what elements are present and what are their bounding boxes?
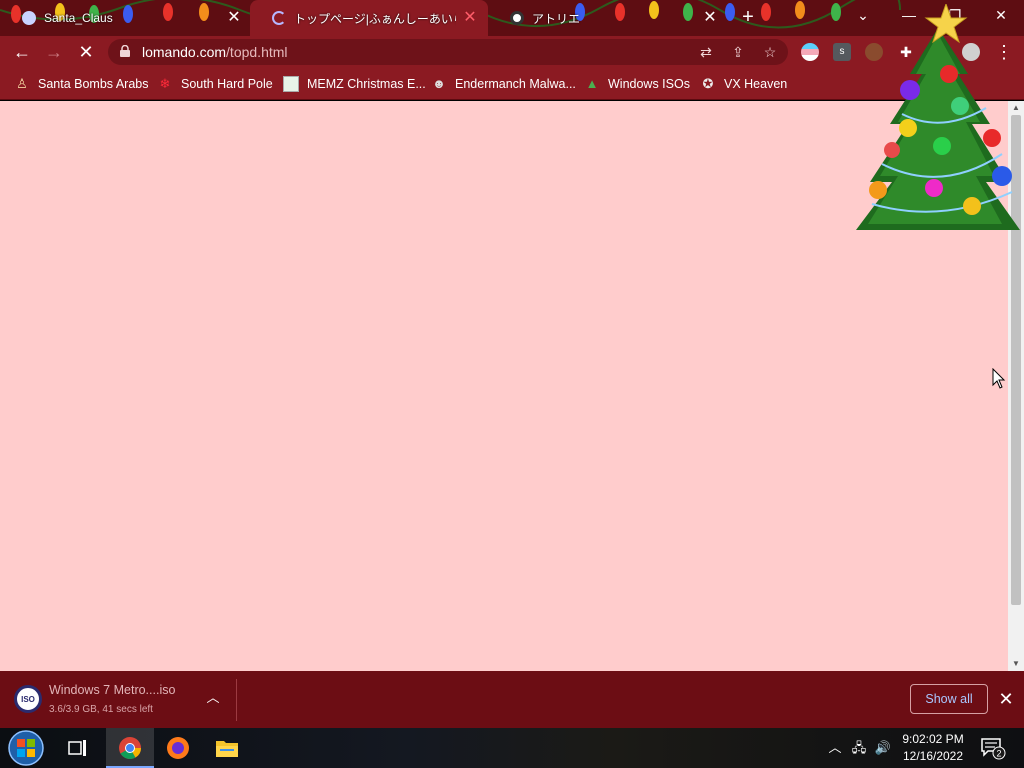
tab-atelier[interactable]: アトリエ ✕ [488,0,728,36]
clock-date: 12/16/2022 [902,749,964,763]
bookmarks-bar: ♙ Santa Bombs Arabs ❄ South Hard Pole ME… [0,68,1024,100]
scroll-up-arrow-icon[interactable]: ▲ [1008,101,1024,115]
notification-count: 2 [996,749,1001,759]
extensions-puzzle-icon[interactable]: ✚ [897,43,915,61]
santa-icon: ♙ [16,76,28,91]
snowflake-icon: ❄ [159,76,171,91]
back-icon[interactable]: ← [10,40,34,64]
bookmark-memz-christmas[interactable]: MEMZ Christmas E... [283,68,426,100]
close-tab-icon[interactable]: ✕ [702,10,718,26]
bookmark-label: VX Heaven [724,77,788,91]
panda-favicon-icon [510,11,524,25]
close-tab-icon[interactable]: ✕ [226,10,242,26]
tab-fancy-island[interactable]: トップページ|ふぁんしーあいらんど ✕ [250,0,488,36]
vx-icon: ✪ [702,76,714,91]
url-text[interactable]: lomando.com/topd.html [142,44,288,60]
show-hidden-icons-chevron-icon[interactable]: ︿ [825,738,845,758]
loading-favicon-icon [272,11,286,25]
network-icon[interactable]: 🖧 [849,738,869,758]
stop-loading-icon[interactable]: ✕ [74,40,98,64]
share-icon[interactable]: ⇪ [728,42,748,62]
profile-avatar-icon[interactable] [962,43,980,61]
tab-strip: Santa_Claus ✕ トップページ|ふぁんしーあいらんど ✕ アトリエ ✕… [0,0,1024,36]
raccoon-icon: ☻ [432,76,446,91]
extension-avatar-icon[interactable] [865,43,883,61]
bookmark-vx-heaven[interactable]: ✪ VX Heaven [700,68,788,100]
scroll-down-arrow-icon[interactable]: ▼ [1008,657,1024,671]
new-tab-plus-icon[interactable]: + [738,6,758,28]
memz-icon [283,76,299,92]
windows-taskbar: ︿ 🖧 🔊 9:02:02 PM 12/16/2022 2 [0,728,1024,768]
window-close-icon[interactable]: ✕ [978,0,1024,30]
action-center-notification-icon[interactable]: 2 [980,736,1006,760]
windows-start-orb-icon[interactable] [6,729,46,767]
tab-title: Santa_Claus [44,11,113,25]
task-view-icon[interactable] [54,728,102,768]
bookmark-endermanch-malware[interactable]: ☻ Endermanch Malwa... [431,68,576,100]
browser-toolbar: ← → ✕ lomando.com/topd.html ⇄ ⇪ ☆ s ✚ ⋮ [0,36,1024,68]
download-status: 3.6/3.9 GB, 41 secs left [49,704,153,715]
lock-icon [120,45,130,57]
close-shelf-icon[interactable]: ✕ [996,689,1016,709]
tab-title: トップページ|ふぁんしーあいらんど [294,11,456,26]
tab-santa-claus[interactable]: Santa_Claus ✕ [0,0,252,36]
clock-time: 9:02:02 PM [902,732,964,746]
chevron-up-icon[interactable]: ︿ [204,689,222,707]
address-bar[interactable]: lomando.com/topd.html ⇄ ⇪ ☆ [108,39,788,65]
close-tab-icon[interactable]: ✕ [462,10,478,26]
divider [236,679,237,721]
vertical-scrollbar[interactable]: ▲ ▼ [1008,101,1024,671]
firefox-taskbar-icon[interactable] [154,728,202,768]
system-clock[interactable]: 9:02:02 PM 12/16/2022 [896,731,970,765]
bookmark-label: Santa Bombs Arabs [38,77,149,91]
volume-icon[interactable]: 🔊 [873,738,893,758]
tree-icon: ▲ [585,76,599,91]
bookmark-label: MEMZ Christmas E... [307,77,426,91]
download-shelf: ISO Windows 7 Metro....iso 3.6/3.9 GB, 4… [0,671,1024,728]
bookmark-windows-isos[interactable]: ▲ Windows ISOs [584,68,690,100]
bookmark-label: Endermanch Malwa... [455,77,576,91]
tab-search-chevron-icon[interactable]: ⌄ [840,0,886,30]
bookmark-santa-bombs-arabs[interactable]: ♙ Santa Bombs Arabs [14,68,148,100]
scroll-thumb[interactable] [1011,115,1021,605]
web-page-content [0,101,1008,671]
bookmark-label: South Hard Pole [181,77,273,91]
extension-flag-icon[interactable] [801,43,819,61]
bookmark-label: Windows ISOs [608,77,690,91]
santa-favicon-icon [22,11,36,25]
restore-icon[interactable]: ❐ [932,0,978,30]
iso-file-icon[interactable]: ISO [14,685,42,713]
chrome-taskbar-icon[interactable] [106,728,154,768]
forward-icon[interactable]: → [42,40,66,64]
mouse-cursor-icon [992,368,1006,389]
star-bookmark-icon[interactable]: ☆ [760,42,780,62]
url-path: /topd.html [226,44,288,60]
menu-kebab-icon[interactable]: ⋮ [992,40,1016,64]
minimize-icon[interactable]: — [886,0,932,30]
file-explorer-taskbar-icon[interactable] [203,728,251,768]
url-domain: lomando.com [142,44,227,60]
extension-s-icon[interactable]: s [833,43,851,61]
translate-icon[interactable]: ⇄ [696,42,716,62]
download-filename[interactable]: Windows 7 Metro....iso [49,683,175,697]
tab-title: アトリエ [532,11,581,26]
show-all-button[interactable]: Show all [910,684,988,714]
bookmark-south-hard-pole[interactable]: ❄ South Hard Pole [157,68,273,100]
